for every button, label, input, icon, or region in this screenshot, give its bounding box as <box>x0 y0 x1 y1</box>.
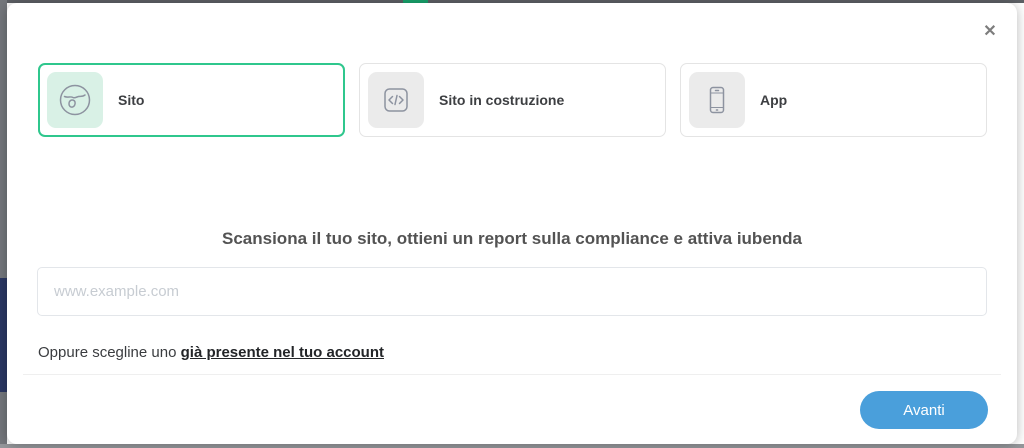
option-card-app[interactable]: App <box>680 63 987 137</box>
add-site-modal: ✕ Sito Sito in costruzi <box>7 3 1017 444</box>
option-label-sito: Sito <box>118 92 144 108</box>
alt-choice-prefix: Oppure scegline uno <box>38 344 181 361</box>
background-page-bottom-edge <box>0 444 1024 448</box>
option-label-app: App <box>760 92 787 108</box>
alt-choice-line: Oppure scegline uno già presente nel tuo… <box>38 344 384 361</box>
footer-divider <box>23 374 1001 375</box>
globe-icon <box>47 72 103 128</box>
site-type-options: Sito Sito in costruzione <box>38 63 987 137</box>
scan-heading: Scansiona il tuo sito, ottieni un report… <box>7 229 1017 249</box>
next-button[interactable]: Avanti <box>860 391 988 429</box>
option-card-sito-in-costruzione[interactable]: Sito in costruzione <box>359 63 666 137</box>
site-url-input[interactable] <box>37 267 987 316</box>
background-left-navy-segment <box>0 278 7 392</box>
option-card-sito[interactable]: Sito <box>38 63 345 137</box>
close-icon[interactable]: ✕ <box>979 21 1001 43</box>
option-label-sito-in-costruzione: Sito in costruzione <box>439 92 564 108</box>
existing-site-link[interactable]: già presente nel tuo account <box>181 344 384 361</box>
smartphone-icon <box>689 72 745 128</box>
background-page-left-edge <box>0 0 7 448</box>
code-icon <box>368 72 424 128</box>
